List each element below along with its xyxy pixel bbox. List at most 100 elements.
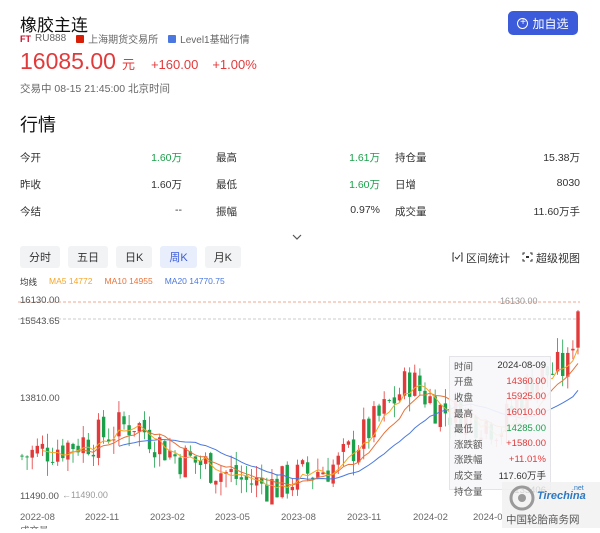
tooltip-key: 持仓量 [454, 486, 483, 498]
tooltip-row: 时间 2024-08-09 [454, 358, 546, 374]
super-view-button[interactable]: 超级视图 [522, 250, 580, 266]
candle-body [66, 442, 70, 460]
stat-value: -- [175, 204, 182, 216]
candle-body [418, 375, 422, 392]
tooltip-value: 15925.00 [506, 391, 546, 403]
candle-body [402, 371, 407, 396]
candle-body [101, 416, 106, 438]
stat-value: 0.97% [350, 204, 380, 216]
watermark: Tirechina .net 中国轮胎商务网 [502, 478, 600, 528]
expand-chevron-icon[interactable] [292, 232, 302, 243]
candle-body [96, 419, 101, 458]
candle-body [132, 431, 136, 433]
candle-body [387, 400, 391, 402]
tab-monthly-k[interactable]: 月K [204, 246, 242, 268]
candle-body [122, 416, 126, 425]
candle-body [20, 455, 24, 457]
y-tick-label: 16130.00 [20, 295, 60, 306]
tooltip-row: 开盘 14360.00 [454, 374, 546, 390]
stat-label: 成交量 [395, 206, 427, 218]
max-price-marker: 16130.00 [500, 296, 538, 306]
candle-body [428, 396, 432, 404]
tab-daily-k[interactable]: 日K [116, 246, 153, 268]
stat-value: 15.38万 [543, 152, 580, 164]
price-change-pct: +1.00% [212, 57, 257, 72]
plus-circle-icon: + [517, 17, 529, 29]
interval-stats-icon [452, 252, 463, 265]
candle-body [173, 454, 177, 457]
price-block: 16085.00 元 +160.00 +1.00% [20, 48, 265, 75]
tab-weekly-k[interactable]: 周K [160, 246, 197, 268]
y-tick-label: 13810.00 [20, 393, 60, 404]
stat-label: 最低 [216, 179, 237, 191]
candle-body [438, 404, 442, 427]
candle-body [382, 399, 386, 414]
candle-body [35, 445, 40, 454]
tooltip-key: 收盘 [454, 392, 474, 404]
stat-label: 昨收 [20, 179, 41, 191]
candle-body [295, 464, 300, 490]
candle-body [397, 394, 402, 401]
candle-body [377, 405, 381, 416]
candle-body [555, 351, 560, 372]
candle-body [571, 348, 575, 351]
candle-body [56, 449, 60, 462]
candle-body [209, 453, 213, 483]
watermark-cn: 中国轮胎商务网 [506, 513, 580, 526]
tooltip-value: 2024-08-09 [497, 360, 546, 372]
quote-level: Level1基础行情 [180, 35, 250, 46]
tab-intraday[interactable]: 分时 [20, 246, 60, 268]
period-tabs: 分时 五日 日K 周K 月K [20, 246, 242, 268]
tooltip-value: +11.01% [508, 453, 546, 465]
candle-body [183, 447, 187, 478]
tooltip-value: +1580.00 [506, 438, 546, 450]
candle-body [214, 480, 218, 485]
candle-body [346, 441, 351, 445]
stats-row: 昨收 1.60万 最低 1.60万 日增 8030 [20, 177, 580, 193]
tooltip-key: 成交量 [454, 470, 483, 482]
tooltip-value: 16010.00 [506, 407, 546, 419]
stat-label: 持仓量 [395, 152, 427, 164]
stat-value: 1.60万 [151, 179, 182, 191]
candle-body [30, 449, 34, 458]
candle-body [433, 396, 437, 424]
price-change: +160.00 [150, 57, 199, 72]
tab-five-day[interactable]: 五日 [68, 246, 108, 268]
candle-body [178, 457, 182, 475]
candle-body [91, 454, 96, 457]
candle-body [413, 372, 417, 396]
tooltip-row: 涨跌额 +1580.00 [454, 436, 546, 452]
tooltip-key: 涨跌额 [454, 439, 483, 451]
x-tick-label: 2023-02 [150, 512, 185, 523]
candle-body [229, 469, 233, 473]
x-tick-label: 2023-05 [215, 512, 250, 523]
add-watchlist-button[interactable]: + 加自选 [508, 11, 578, 35]
stat-value: 11.60万手 [533, 206, 581, 218]
tooltip-key: 时间 [454, 361, 474, 373]
candle-body [71, 443, 75, 450]
interval-stats-button[interactable]: 区间统计 [452, 250, 510, 266]
tooltip-row: 涨跌幅 +11.01% [454, 452, 546, 468]
stat-label: 振幅 [216, 206, 237, 218]
candle-body [45, 447, 50, 462]
section-title: 行情 [20, 115, 56, 135]
stat-value: 1.60万 [349, 179, 380, 191]
stat-label: 今结 [20, 206, 41, 218]
add-watchlist-label: 加自选 [532, 16, 569, 31]
x-tick-label: 2023-11 [347, 512, 381, 523]
candle-body [300, 460, 305, 465]
chart-tools: 区间统计 超级视图 [452, 250, 580, 266]
instrument-meta: FT RU888 上海期货交易所 Level1基础行情 [20, 31, 250, 46]
tooltip-row: 收盘 15925.00 [454, 389, 546, 405]
min-price-marker: ←11490.00 [62, 490, 108, 500]
watermark-tld: .net [572, 485, 584, 492]
candle-body [336, 455, 340, 465]
candle-body [351, 439, 356, 462]
x-tick-label: 2022-11 [85, 512, 119, 523]
candle-body [280, 466, 284, 498]
tooltip-key: 开盘 [454, 377, 474, 389]
candle-body [265, 484, 269, 502]
candle-body [285, 464, 289, 494]
instrument-code: RU888 [35, 33, 67, 44]
tooltip-value: 14360.00 [506, 375, 546, 387]
